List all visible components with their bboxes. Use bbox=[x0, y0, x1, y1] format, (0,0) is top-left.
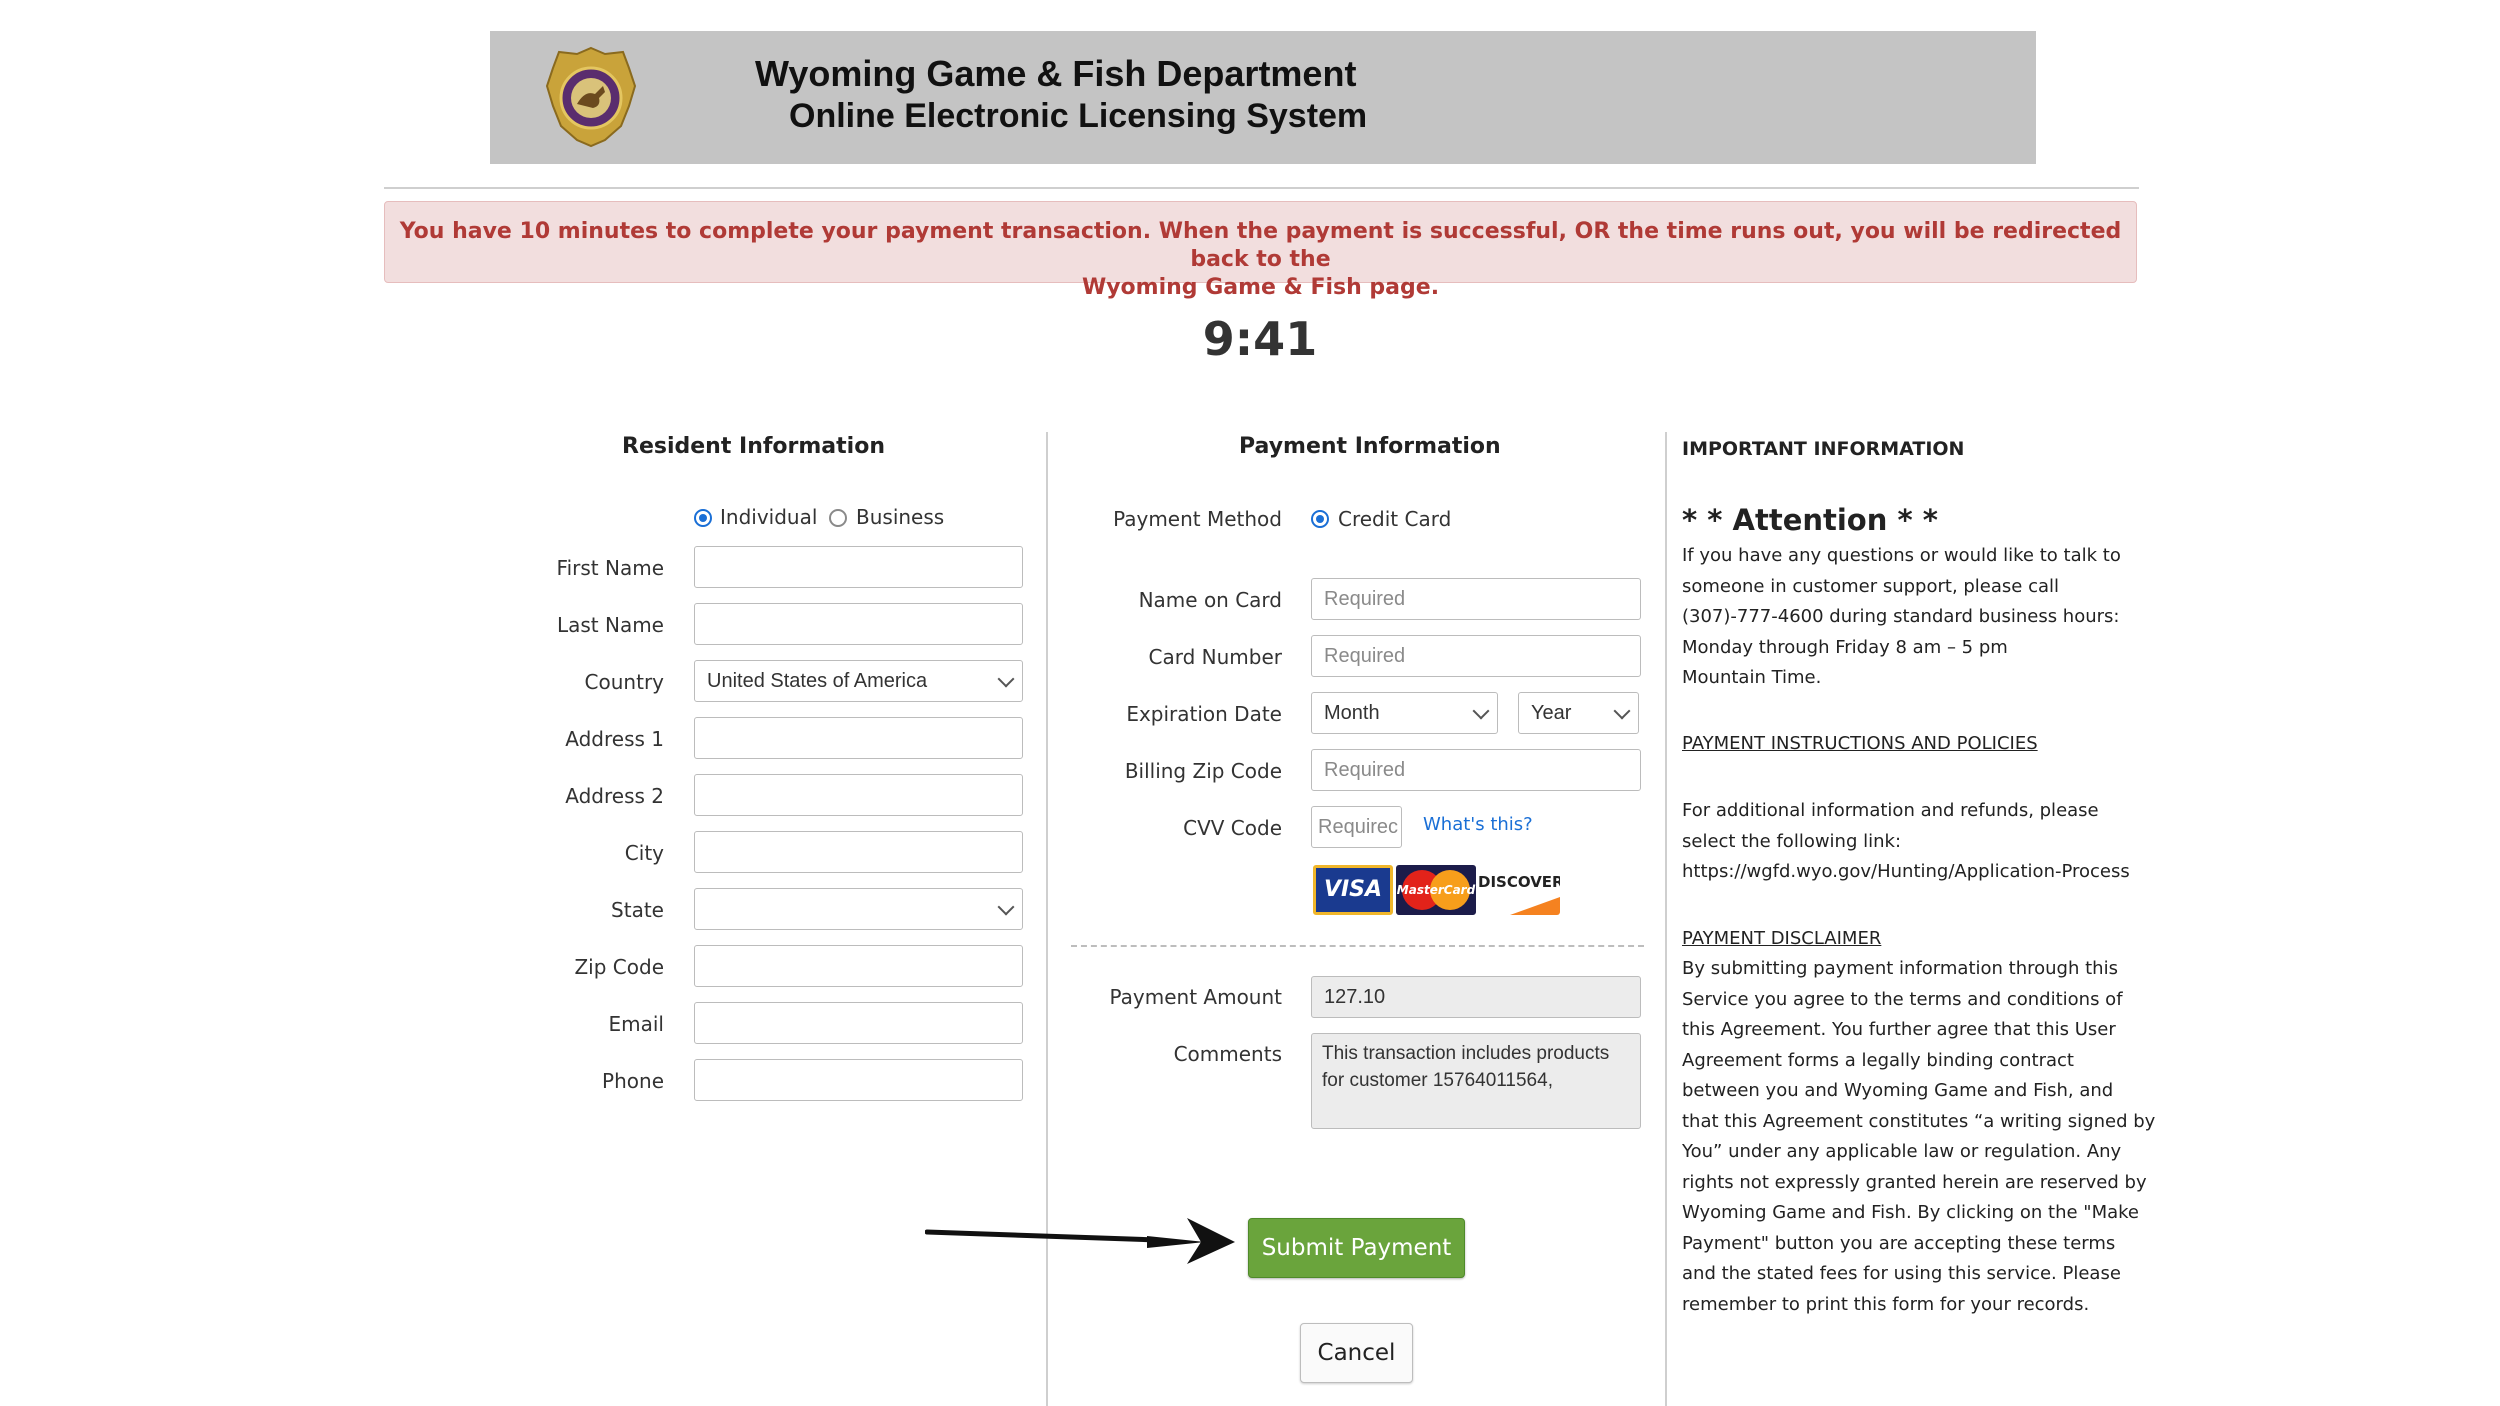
chevron-down-icon bbox=[1472, 702, 1490, 720]
billing-zip-label: Billing Zip Code bbox=[1124, 759, 1282, 783]
payment-info-title: Payment Information bbox=[1239, 434, 1501, 459]
country-label: Country bbox=[584, 670, 664, 694]
card-number-label: Card Number bbox=[1148, 645, 1283, 669]
business-radio-label: Business bbox=[856, 505, 945, 529]
expiration-year-select[interactable]: Year bbox=[1518, 692, 1639, 734]
expiration-date-label: Expiration Date bbox=[1126, 702, 1282, 726]
business-radio[interactable] bbox=[829, 509, 847, 527]
zip-label: Zip Code bbox=[574, 955, 664, 979]
first-name-label: First Name bbox=[556, 556, 664, 580]
disclaimer-text: By submitting payment information throug… bbox=[1682, 958, 2156, 1315]
alert-line-2: Wyoming Game & Fish page. bbox=[1081, 275, 1440, 300]
refund-text: For additional information and refunds, … bbox=[1682, 796, 2130, 888]
phone-label: Phone bbox=[602, 1069, 664, 1093]
name-on-card-label: Name on Card bbox=[1138, 588, 1282, 612]
month-select-value: Month bbox=[1324, 702, 1380, 724]
payment-policies-link[interactable]: PAYMENT INSTRUCTIONS AND POLICIES bbox=[1682, 733, 2038, 754]
page-title: Wyoming Game & Fish Department bbox=[755, 53, 1357, 94]
alert-line-1: You have 10 minutes to complete your pay… bbox=[399, 219, 2122, 272]
comments-line-2: for customer 15764011564, bbox=[1322, 1070, 1553, 1091]
submit-payment-button[interactable]: Submit Payment bbox=[1248, 1218, 1465, 1278]
phone-input[interactable] bbox=[694, 1059, 1023, 1101]
payment-amount-field: 127.10 bbox=[1311, 976, 1641, 1018]
email-input[interactable] bbox=[694, 1002, 1023, 1044]
payment-amount-label: Payment Amount bbox=[1109, 985, 1282, 1009]
email-label: Email bbox=[608, 1012, 665, 1036]
refund-url: https://wgfd.wyo.gov/Hunting/Application… bbox=[1682, 861, 2130, 882]
arrow-pointer-icon bbox=[925, 1218, 1235, 1264]
billing-zip-input[interactable]: Required bbox=[1311, 749, 1641, 791]
year-select-value: Year bbox=[1531, 702, 1572, 724]
last-name-input[interactable] bbox=[694, 603, 1023, 645]
credit-card-radio[interactable] bbox=[1311, 510, 1329, 528]
discover-card-icon: DISCOVER bbox=[1478, 865, 1560, 915]
payment-disclaimer-heading: PAYMENT DISCLAIMER bbox=[1682, 928, 1882, 949]
attention-heading: * * Attention * * bbox=[1682, 503, 1938, 537]
support-text: If you have any questions or would like … bbox=[1682, 545, 2121, 688]
first-name-input[interactable] bbox=[694, 546, 1023, 588]
address1-label: Address 1 bbox=[565, 727, 664, 751]
card-number-input[interactable]: Required bbox=[1311, 635, 1641, 677]
whats-this-link[interactable]: What's this? bbox=[1423, 814, 1533, 835]
cvv-input[interactable]: Requirec bbox=[1311, 806, 1402, 848]
expiration-month-select[interactable]: Month bbox=[1311, 692, 1498, 734]
comments-line-1: This transaction includes products bbox=[1322, 1043, 1610, 1064]
address1-input[interactable] bbox=[694, 717, 1023, 759]
chevron-down-icon bbox=[997, 670, 1015, 688]
cancel-button[interactable]: Cancel bbox=[1300, 1323, 1413, 1383]
payment-method-label: Payment Method bbox=[1113, 507, 1282, 531]
country-select[interactable]: United States of America bbox=[694, 660, 1023, 702]
city-input[interactable] bbox=[694, 831, 1023, 873]
page-subtitle: Online Electronic Licensing System bbox=[789, 97, 1368, 135]
mastercard-card-icon: MasterCard bbox=[1396, 865, 1476, 915]
header-divider bbox=[384, 187, 2139, 189]
zip-input[interactable] bbox=[694, 945, 1023, 987]
country-select-value: United States of America bbox=[707, 670, 928, 692]
header-banner: Wyoming Game & Fish Department Online El… bbox=[490, 31, 2036, 164]
comments-textarea: This transaction includes products for c… bbox=[1311, 1033, 1641, 1129]
visa-card-icon: VISA bbox=[1313, 865, 1393, 915]
individual-radio[interactable] bbox=[694, 509, 712, 527]
chevron-down-icon bbox=[1613, 702, 1631, 720]
last-name-label: Last Name bbox=[556, 613, 664, 637]
city-label: City bbox=[624, 841, 664, 865]
countdown-timer: 9:41 bbox=[1202, 312, 1318, 366]
address2-label: Address 2 bbox=[565, 784, 664, 808]
column-divider-right bbox=[1665, 432, 1667, 1406]
payment-divider bbox=[1071, 945, 1644, 947]
important-info-title: IMPORTANT INFORMATION bbox=[1682, 438, 1965, 460]
resident-info-title: Resident Information bbox=[622, 434, 885, 459]
department-badge-icon bbox=[545, 46, 637, 148]
cvv-label: CVV Code bbox=[1183, 816, 1282, 840]
state-label: State bbox=[611, 898, 664, 922]
name-on-card-input[interactable]: Required bbox=[1311, 578, 1641, 620]
address2-input[interactable] bbox=[694, 774, 1023, 816]
timeout-alert: You have 10 minutes to complete your pay… bbox=[384, 201, 2137, 300]
state-select[interactable] bbox=[694, 888, 1023, 930]
chevron-down-icon bbox=[997, 898, 1015, 916]
comments-label: Comments bbox=[1173, 1042, 1282, 1066]
credit-card-radio-label: Credit Card bbox=[1338, 507, 1452, 531]
individual-radio-label: Individual bbox=[720, 505, 818, 529]
